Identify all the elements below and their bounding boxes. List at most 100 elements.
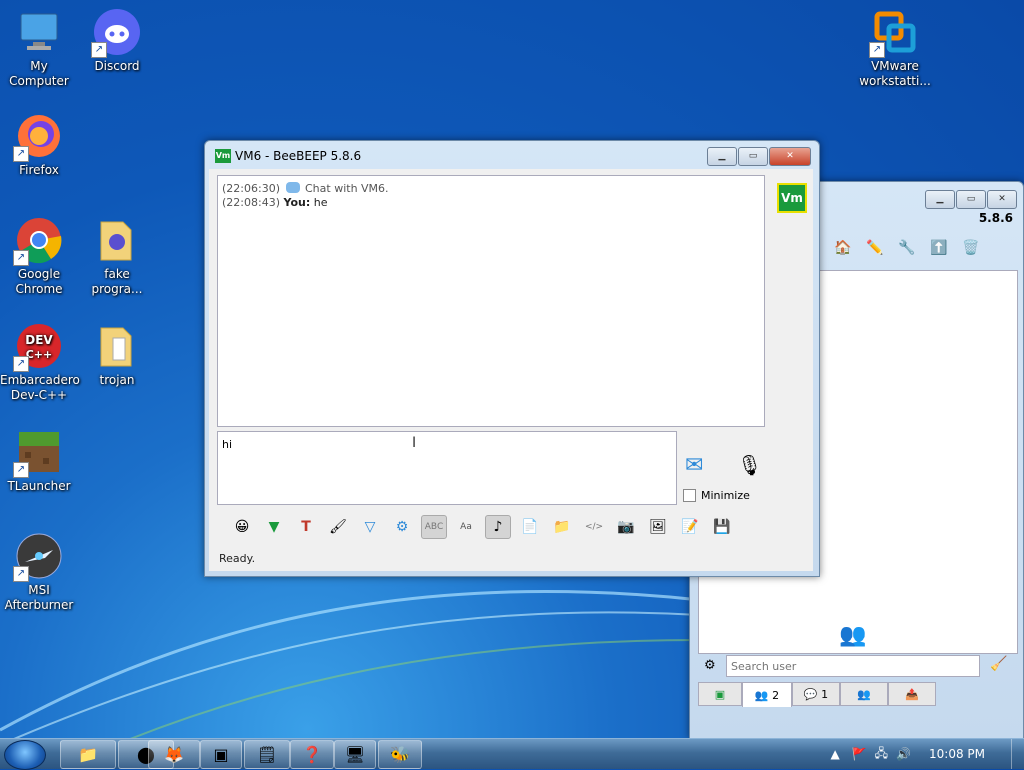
contact-avatar[interactable]: Vm xyxy=(777,183,807,213)
shortcut-arrow-icon: ↗ xyxy=(13,566,29,582)
edit-note-icon[interactable]: 📝 xyxy=(677,515,703,539)
minimize-checkbox-label: Minimize xyxy=(701,489,750,502)
image-icon[interactable]: 🖼 xyxy=(645,515,671,539)
groups-icon: 👥 xyxy=(857,687,871,701)
desktop-icon-label: Embarcadero Dev-C++ xyxy=(0,373,80,402)
settings-icon[interactable]: 🔧 xyxy=(894,236,920,260)
shortcut-arrow-icon: ↗ xyxy=(13,462,29,478)
share-icon: 📤 xyxy=(905,687,919,701)
status-bar-text: Ready. xyxy=(219,552,256,565)
taskbar-app-icon[interactable]: 🖥 xyxy=(334,740,376,769)
desktop-icon-label: fake progra... xyxy=(91,267,143,296)
chat-bubble-icon xyxy=(285,182,300,193)
screenshot-camera-icon[interactable]: 📷 xyxy=(613,515,639,539)
start-button-windows-icon[interactable] xyxy=(4,740,46,770)
microphone-icon[interactable]: 🎙 xyxy=(737,453,762,477)
chat-bubbles-icon: 💬 xyxy=(803,687,818,701)
tab-share[interactable]: 📤 xyxy=(888,682,936,706)
chat-window[interactable]: Vm VM6 - BeeBEEP 5.8.6 ▁ ▭ ✕ (22:06:30) … xyxy=(204,140,820,577)
home-icon: ▣ xyxy=(714,687,726,701)
volume-icon[interactable]: 🔊 xyxy=(896,747,911,761)
svg-text:DEV: DEV xyxy=(25,333,53,347)
desktop-icon-msi-afterburner[interactable]: ↗ MSI Afterburner xyxy=(0,532,78,613)
shortcut-arrow-icon: ↗ xyxy=(13,250,29,266)
network-icon[interactable]: 🏠 xyxy=(830,236,856,260)
window-title: VM6 - BeeBEEP 5.8.6 xyxy=(235,149,362,163)
trash-icon[interactable]: 🗑️ xyxy=(958,236,984,260)
taskbar-help-icon[interactable]: ❓ xyxy=(290,740,334,769)
users-group-icon: 👥 xyxy=(839,623,867,648)
tab-users[interactable]: 👥 2 xyxy=(742,682,792,707)
taskbar-explorer-folder-icon[interactable]: 📁 xyxy=(60,740,116,769)
color-picker-icon[interactable]: 🖌 xyxy=(325,515,351,539)
desktop-icon-tlauncher[interactable]: ↗ TLauncher xyxy=(0,428,78,494)
tab-home[interactable]: ▣ xyxy=(698,682,742,706)
desktop-icon-label: VMware workstatti... xyxy=(859,59,931,88)
desktop-icon-chrome[interactable]: ↗ Google Chrome xyxy=(0,216,78,297)
tab-chats[interactable]: 💬 1 xyxy=(792,682,840,706)
sound-note-icon[interactable]: ♪ xyxy=(485,515,511,539)
code-icon[interactable]: </> xyxy=(581,515,607,539)
send-icon[interactable]: ✉ xyxy=(685,453,703,478)
message-author: You: xyxy=(283,196,311,209)
users-icon: 👥 xyxy=(754,688,769,702)
desktop-icon-vmware[interactable]: ↗ VMware workstatti... xyxy=(856,8,934,89)
desktop-icon-label: Google Chrome xyxy=(15,267,63,296)
minimize-checkbox[interactable] xyxy=(683,489,696,502)
main-tabs: ▣ 👥 2 💬 1 👥 📤 xyxy=(698,682,936,707)
taskbar-notepad-icon[interactable]: 🗒 xyxy=(244,740,290,769)
text-cursor-icon: Ι xyxy=(412,435,417,451)
close-button[interactable]: ✕ xyxy=(987,190,1017,209)
desktop-icon-discord[interactable]: ↗ Discord xyxy=(78,8,156,74)
caption-buttons: ▁ ▭ ✕ xyxy=(924,190,1017,209)
chrome-icon: ↗ xyxy=(13,216,63,266)
word-completion-icon[interactable]: Aa xyxy=(453,515,479,539)
desktop-icon-my-computer[interactable]: My Computer xyxy=(0,8,78,89)
edit-profile-icon[interactable]: ✏️ xyxy=(862,236,888,260)
desktop-icon-fake-program[interactable]: fake progra... xyxy=(78,216,156,297)
chat-message: (22:06:30) Chat with VM6. xyxy=(222,182,760,195)
chat-history[interactable]: (22:06:30) Chat with VM6. (22:08:43) You… xyxy=(217,175,765,427)
message-input[interactable]: hi xyxy=(217,431,677,505)
chat-window-body: (22:06:30) Chat with VM6. (22:08:43) You… xyxy=(209,169,813,571)
message-text: he xyxy=(313,196,328,209)
search-settings-icon[interactable]: ⚙ xyxy=(704,658,716,673)
close-button[interactable]: ✕ xyxy=(769,147,811,166)
taskbar-firefox-icon[interactable]: 🦊 xyxy=(148,740,200,769)
font-icon[interactable]: T xyxy=(293,515,319,539)
desktop-icon-firefox[interactable]: ↗ Firefox xyxy=(0,112,78,178)
filter-icon[interactable]: ▽ xyxy=(357,515,383,539)
version-label: 5.8.6 xyxy=(978,211,1013,225)
devcpp-icon: DEV C++ ↗ xyxy=(13,322,63,372)
taskbar-vmware-icon[interactable]: ▣ xyxy=(200,740,242,769)
network-error-flag-icon[interactable]: 🚩 xyxy=(852,747,867,761)
taskbar-beebeep-icon[interactable]: 🐝 xyxy=(378,740,422,769)
clock[interactable]: 10:08 PM xyxy=(929,747,985,761)
message-timestamp: (22:08:43) xyxy=(222,196,280,209)
tab-groups[interactable]: 👥 xyxy=(840,682,888,706)
maximize-button[interactable]: ▭ xyxy=(956,190,986,209)
desktop-icon-devcpp[interactable]: DEV C++ ↗ Embarcadero Dev-C++ xyxy=(0,322,80,403)
desktop-icon-trojan[interactable]: trojan xyxy=(78,322,156,388)
shortcut-arrow-icon: ↗ xyxy=(13,356,29,372)
search-user-input[interactable] xyxy=(726,655,980,677)
show-desktop-button[interactable] xyxy=(1011,739,1024,769)
taskbar: 📁 ⬤ 🦊 ▣ 🗒 ❓ 🖥 🐝 ▲ 🚩 🖧 🔊 10:08 PM xyxy=(0,738,1024,770)
expand-arrow-icon[interactable]: ▼ xyxy=(261,515,287,539)
desktop-icon-label: TLauncher xyxy=(7,479,71,493)
minimize-button[interactable]: ▁ xyxy=(925,190,955,209)
network-icon[interactable]: 🖧 xyxy=(875,744,888,765)
spellcheck-icon[interactable]: ABC xyxy=(421,515,447,539)
maximize-button[interactable]: ▭ xyxy=(738,147,768,166)
chat-window-titlebar[interactable]: Vm VM6 - BeeBEEP 5.8.6 ▁ ▭ ✕ xyxy=(205,141,819,169)
desktop-icon-label: MSI Afterburner xyxy=(4,583,74,612)
minimize-button[interactable]: ▁ xyxy=(707,147,737,166)
file-transfer-icon[interactable]: ⬆️ xyxy=(926,236,952,260)
settings-gear-icon[interactable]: ⚙ xyxy=(389,515,415,539)
send-folder-icon[interactable]: 📁 xyxy=(549,515,575,539)
show-hidden-icons-chevron-icon[interactable]: ▲ xyxy=(830,747,839,761)
send-file-icon[interactable]: 📄 xyxy=(517,515,543,539)
clear-search-broom-icon[interactable]: 🧹 xyxy=(990,656,1007,672)
save-icon[interactable]: 💾 xyxy=(709,515,735,539)
emoticon-icon[interactable]: 😀 xyxy=(229,515,255,539)
